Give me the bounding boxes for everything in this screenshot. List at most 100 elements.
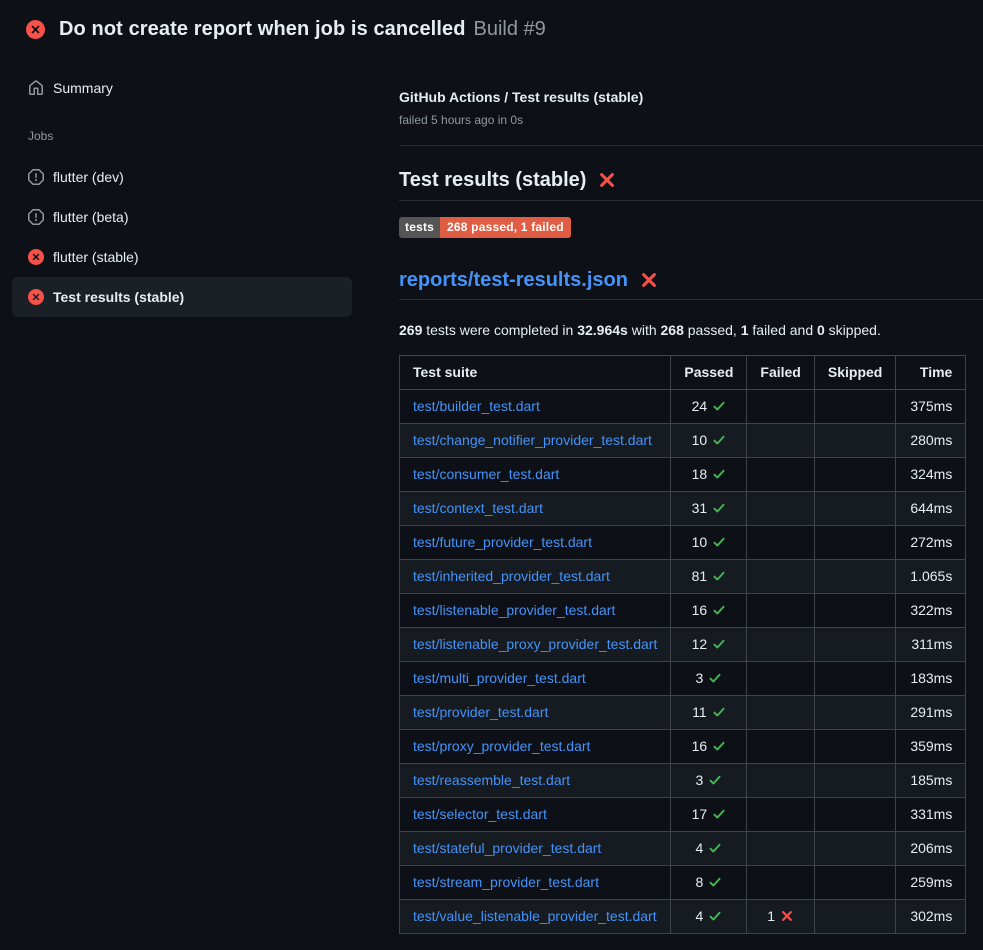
- sidebar-item-summary[interactable]: Summary: [12, 68, 352, 108]
- section-title: Test results (stable): [399, 166, 983, 201]
- passed-cell: 3: [671, 662, 747, 696]
- test-suite-link[interactable]: test/stateful_provider_test.dart: [413, 840, 601, 856]
- check-icon: [707, 636, 726, 652]
- table-row: test/selector_test.dart17331ms: [400, 798, 966, 832]
- test-summary-text: 269 tests were completed in 32.964s with…: [399, 320, 983, 341]
- test-suite-cell: test/reassemble_test.dart: [400, 764, 671, 798]
- build-number: Build #9: [474, 18, 546, 41]
- check-icon: [703, 772, 722, 788]
- time-cell: 302ms: [896, 900, 966, 934]
- cancelled-stop-icon: [28, 169, 44, 185]
- time-cell: 359ms: [896, 730, 966, 764]
- failed-cell: [747, 492, 814, 526]
- test-suite-cell: test/selector_test.dart: [400, 798, 671, 832]
- test-suite-link[interactable]: test/provider_test.dart: [413, 704, 548, 720]
- table-row: test/proxy_provider_test.dart16359ms: [400, 730, 966, 764]
- table-row: test/consumer_test.dart18324ms: [400, 458, 966, 492]
- time-cell: 259ms: [896, 866, 966, 900]
- sidebar-job-item[interactable]: flutter (beta): [12, 197, 352, 237]
- test-suite-link[interactable]: test/value_listenable_provider_test.dart: [413, 908, 657, 924]
- test-suite-link[interactable]: test/builder_test.dart: [413, 398, 540, 414]
- test-suite-cell: test/context_test.dart: [400, 492, 671, 526]
- sidebar-job-item[interactable]: flutter (stable): [12, 237, 352, 277]
- time-cell: 324ms: [896, 458, 966, 492]
- skipped-cell: [814, 696, 895, 730]
- table-row: test/reassemble_test.dart3185ms: [400, 764, 966, 798]
- test-suite-cell: test/listenable_proxy_provider_test.dart: [400, 628, 671, 662]
- failed-x-icon: [640, 271, 658, 289]
- test-suite-link[interactable]: test/context_test.dart: [413, 500, 543, 516]
- failed-cell: [747, 458, 814, 492]
- skipped-cell: [814, 526, 895, 560]
- column-header-passed: Passed: [671, 356, 747, 390]
- time-cell: 272ms: [896, 526, 966, 560]
- report-file-link[interactable]: reports/test-results.json: [399, 266, 628, 294]
- test-suite-link[interactable]: test/listenable_provider_test.dart: [413, 602, 615, 618]
- skipped-cell: [814, 594, 895, 628]
- table-row: test/listenable_provider_test.dart16322m…: [400, 594, 966, 628]
- passed-cell: 8: [671, 866, 747, 900]
- sidebar-job-item[interactable]: Test results (stable): [12, 277, 352, 317]
- check-icon: [707, 806, 726, 822]
- test-suite-cell: test/listenable_provider_test.dart: [400, 594, 671, 628]
- tests-badge: tests 268 passed, 1 failed: [399, 217, 571, 238]
- passed-cell: 3: [671, 764, 747, 798]
- test-suite-link[interactable]: test/multi_provider_test.dart: [413, 670, 586, 686]
- passed-cell: 10: [671, 424, 747, 458]
- test-suite-link[interactable]: test/change_notifier_provider_test.dart: [413, 432, 652, 448]
- failed-cell: 1: [747, 900, 814, 934]
- passed-cell: 17: [671, 798, 747, 832]
- time-cell: 375ms: [896, 390, 966, 424]
- check-icon: [707, 704, 726, 720]
- sidebar-item-label: Summary: [53, 80, 113, 96]
- column-header-skipped: Skipped: [814, 356, 895, 390]
- skipped-cell: [814, 492, 895, 526]
- report-file-heading: reports/test-results.json: [399, 266, 983, 300]
- tests-badge-label: tests: [399, 217, 440, 238]
- workflow-breadcrumb: GitHub Actions / Test results (stable): [399, 87, 983, 107]
- skipped-cell: [814, 866, 895, 900]
- table-row: test/stream_provider_test.dart 8 259ms: [400, 866, 966, 900]
- failed-cell: [747, 798, 814, 832]
- test-suite-link[interactable]: test/stream_provider_test.dart: [413, 874, 599, 890]
- test-suite-cell: test/consumer_test.dart: [400, 458, 671, 492]
- failed-cell: [747, 662, 814, 696]
- check-icon: [707, 568, 726, 584]
- skipped-cell: [814, 832, 895, 866]
- time-cell: 206ms: [896, 832, 966, 866]
- test-suite-link[interactable]: test/proxy_provider_test.dart: [413, 738, 590, 754]
- skipped-cell: [814, 900, 895, 934]
- test-suite-cell: test/future_provider_test.dart: [400, 526, 671, 560]
- test-suite-link[interactable]: test/reassemble_test.dart: [413, 772, 570, 788]
- jobs-section-label: Jobs: [28, 129, 399, 143]
- skipped-cell: [814, 628, 895, 662]
- test-suite-link[interactable]: test/future_provider_test.dart: [413, 534, 592, 550]
- check-icon: [707, 432, 726, 448]
- failed-cell: [747, 866, 814, 900]
- test-suite-link[interactable]: test/listenable_proxy_provider_test.dart: [413, 636, 657, 652]
- column-header-time: Time: [896, 356, 966, 390]
- test-suite-link[interactable]: test/selector_test.dart: [413, 806, 547, 822]
- failed-x-circle-icon: [26, 20, 45, 39]
- sidebar-job-item[interactable]: flutter (dev): [12, 157, 352, 197]
- failed-cell: [747, 832, 814, 866]
- home-icon: [28, 80, 44, 96]
- skipped-cell: [814, 390, 895, 424]
- column-header-test-suite: Test suite: [400, 356, 671, 390]
- failed-cell: [747, 594, 814, 628]
- skipped-cell: [814, 764, 895, 798]
- failed-cell: [747, 764, 814, 798]
- test-suite-cell: test/provider_test.dart: [400, 696, 671, 730]
- check-icon: [707, 398, 726, 414]
- skipped-cell: [814, 424, 895, 458]
- skipped-cell: [814, 458, 895, 492]
- check-icon: [703, 908, 722, 924]
- section-title-text: Test results (stable): [399, 166, 586, 194]
- test-suite-link[interactable]: test/consumer_test.dart: [413, 466, 559, 482]
- test-suite-cell: test/stateful_provider_test.dart: [400, 832, 671, 866]
- table-row: test/value_listenable_provider_test.dart…: [400, 900, 966, 934]
- test-suite-link[interactable]: test/inherited_provider_test.dart: [413, 568, 610, 584]
- table-row: test/stateful_provider_test.dart4206ms: [400, 832, 966, 866]
- passed-cell: 81: [671, 560, 747, 594]
- table-row: test/future_provider_test.dart10272ms: [400, 526, 966, 560]
